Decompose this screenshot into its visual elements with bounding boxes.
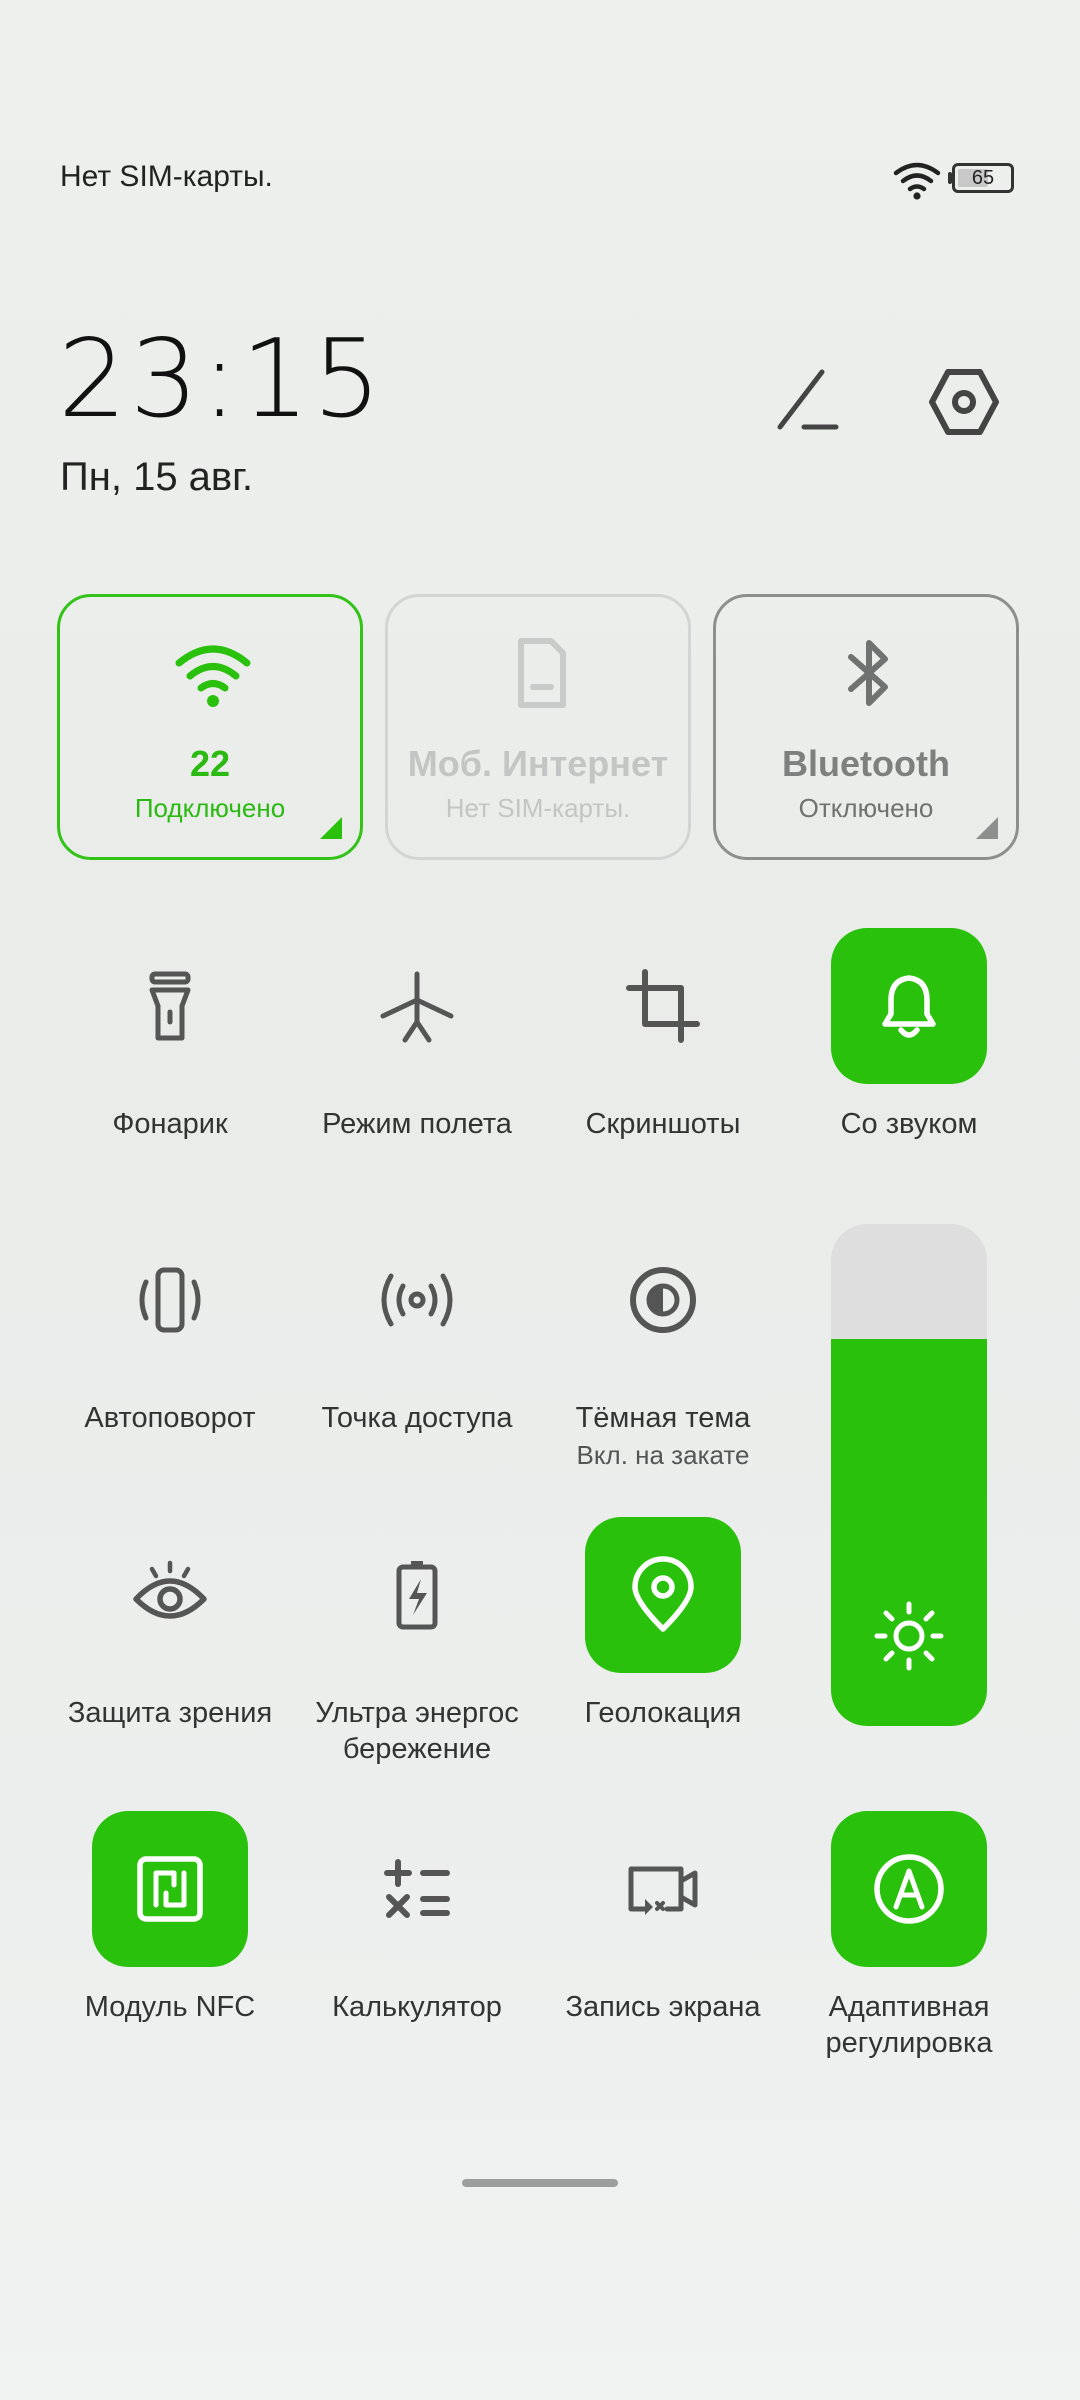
dark-theme-toggle[interactable]: Тёмная тема Вкл. на закате [540,1222,786,1470]
nfc-button[interactable] [92,1811,248,1967]
nfc-toggle[interactable]: Модуль NFC [47,1811,293,2031]
power-saving-toggle[interactable]: Ультра энергос бережение [294,1517,540,1765]
adaptive-brightness-label: Адаптивная регулировка [825,1991,993,2059]
dark-mode-icon [630,1267,696,1333]
sound-button[interactable] [831,928,987,1084]
screen-record-button[interactable] [585,1811,741,1967]
wifi-status-icon [893,162,941,200]
airplane-toggle[interactable]: Режим полета [294,928,540,1148]
bluetooth-tile[interactable]: Bluetooth Отключено [713,594,1019,860]
calculator-button[interactable] [339,1811,495,1967]
power-saving-label: Ультра энергос бережение [315,1697,519,1765]
carrier-status: Нет SIM-карты. [60,160,273,193]
expand-corner-icon[interactable] [976,817,998,839]
battery-level-text: 65 [971,167,995,189]
flashlight-icon [149,971,191,1041]
flashlight-label: Фонарик [112,1108,228,1140]
bluetooth-icon [848,640,888,706]
screenshot-toggle[interactable]: Скриншоты [540,928,786,1148]
crop-icon [626,969,700,1043]
hotspot-icon [381,1273,453,1327]
brightness-slider[interactable] [831,1224,987,1726]
wifi-tile[interactable]: 22 Подключено [57,594,363,860]
calculator-label: Калькулятор [332,1991,502,2023]
location-pin-icon [632,1556,694,1632]
location-button[interactable] [585,1517,741,1673]
battery-bolt-icon [396,1561,438,1630]
location-label: Геолокация [584,1697,742,1729]
sim-card-icon [518,638,566,708]
autorotate-toggle[interactable]: Автоповорот [47,1222,293,1442]
flashlight-button[interactable] [92,928,248,1084]
sound-label: Со звуком [840,1108,978,1140]
screenshot-label: Скриншоты [585,1108,741,1140]
clock-date: Пн, 15 авг. [60,455,253,499]
wifi-network-name: 22 [189,743,231,784]
calculator-icon [384,1859,450,1918]
bluetooth-title: Bluetooth [782,743,950,784]
autorotate-button[interactable] [92,1222,248,1378]
clock-time: 23:15 [58,317,385,442]
adaptive-brightness-toggle[interactable]: Адаптивная регулировка [786,1811,1032,2059]
location-toggle[interactable]: Геолокация [540,1517,786,1737]
nfc-label: Модуль NFC [84,1991,256,2023]
settings-icon[interactable] [924,362,1004,442]
screen-record-toggle[interactable]: Запись экрана [540,1811,786,2031]
hotspot-toggle[interactable]: Точка доступа [294,1222,540,1442]
airplane-label: Режим полета [322,1108,512,1140]
screen-record-icon [628,1866,698,1915]
sun-icon [874,1601,944,1671]
expand-corner-icon[interactable] [320,817,342,839]
eye-protection-button[interactable] [92,1517,248,1673]
nfc-icon [137,1856,203,1922]
edit-icon[interactable] [770,362,850,442]
airplane-icon [380,971,454,1043]
mobile-data-title: Моб. Интернет [407,743,669,784]
hotspot-button[interactable] [339,1222,495,1378]
wifi-icon [175,645,251,707]
flashlight-toggle[interactable]: Фонарик [47,928,293,1148]
dark-theme-label: Тёмная тема [575,1402,751,1434]
power-saving-button[interactable] [339,1517,495,1673]
autorotate-label: Автоповорот [84,1402,256,1434]
bell-icon [882,975,936,1038]
battery-indicator: 65 [952,163,1014,193]
home-gesture-bar[interactable] [462,2179,618,2187]
auto-brightness-icon [874,1854,944,1924]
eye-protection-toggle[interactable]: Защита зрения [47,1517,293,1737]
eye-icon [133,1560,207,1619]
calculator-toggle[interactable]: Калькулятор [294,1811,540,2031]
screenshot-button[interactable] [585,928,741,1084]
eye-protection-label: Защита зрения [67,1697,273,1729]
bluetooth-status: Отключено [798,793,934,823]
mobile-data-tile[interactable]: Моб. Интернет Нет SIM-карты. [385,594,691,860]
screen-record-label: Запись экрана [565,1991,761,2023]
dark-theme-button[interactable] [585,1222,741,1378]
dark-theme-schedule: Вкл. на закате [576,1440,750,1470]
sound-toggle[interactable]: Со звуком [786,928,1032,1148]
hotspot-label: Точка доступа [321,1402,513,1434]
airplane-button[interactable] [339,928,495,1084]
adaptive-brightness-button[interactable] [831,1811,987,1967]
rotate-phone-icon [139,1267,201,1333]
mobile-data-status: Нет SIM-карты. [445,793,631,823]
wifi-status: Подключено [134,793,286,823]
